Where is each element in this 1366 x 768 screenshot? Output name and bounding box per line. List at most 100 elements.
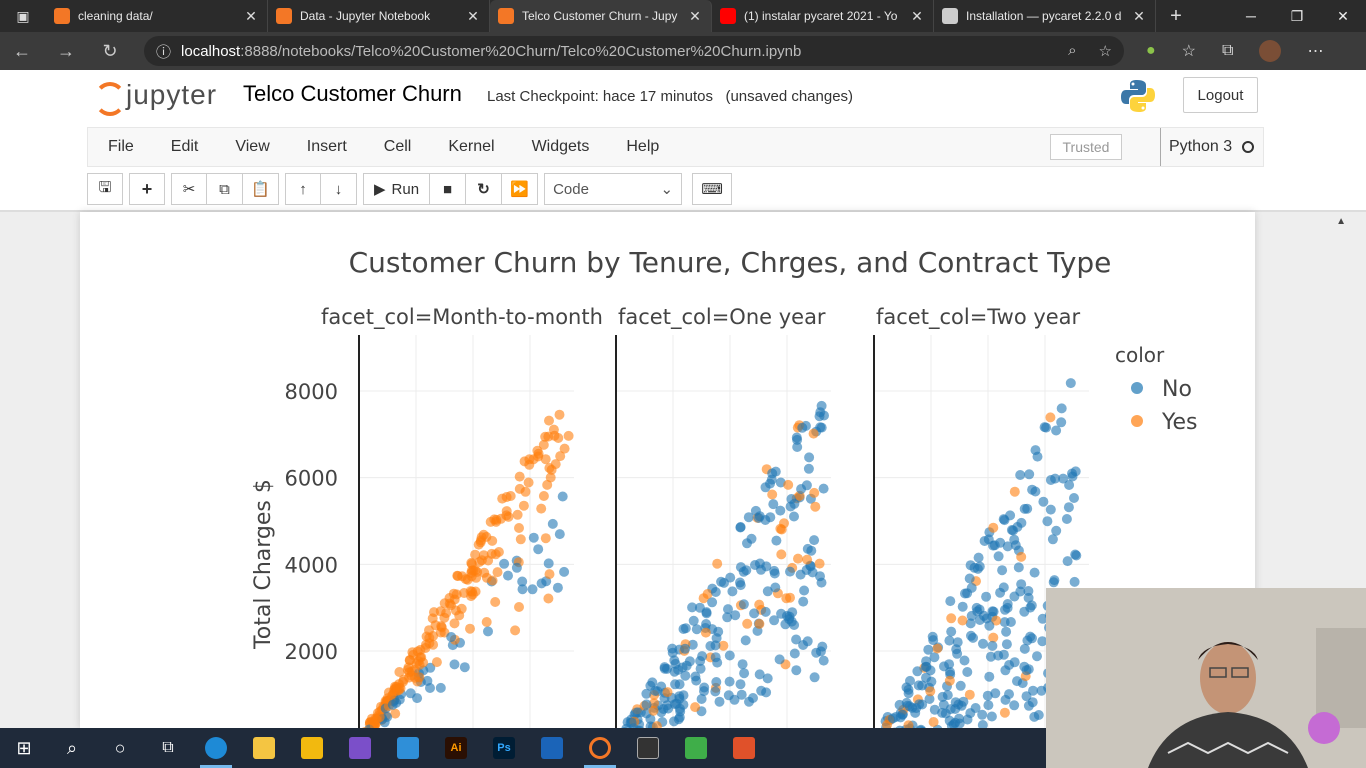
point-yes (542, 479, 553, 490)
close-window-icon[interactable]: ✕ (1320, 0, 1366, 32)
favorite-star-icon[interactable]: ☆ (1099, 42, 1112, 60)
menu-item-cell[interactable]: Cell (364, 138, 429, 156)
taskbar-app-blue[interactable] (384, 728, 432, 768)
taskbar-illustrator[interactable]: Ai (432, 728, 480, 768)
minimize-icon[interactable]: ─ (1228, 0, 1274, 32)
point-no (1061, 514, 1072, 524)
point-no (1015, 470, 1026, 480)
menu-item-help[interactable]: Help (606, 138, 676, 156)
point-no (735, 577, 745, 588)
menu-item-insert[interactable]: Insert (287, 138, 364, 156)
tab-actions-icon[interactable]: ▣ (0, 0, 46, 32)
close-tab-icon[interactable]: ✕ (1131, 8, 1147, 25)
favorites-icon[interactable]: ☆ (1182, 41, 1196, 61)
cortana-button[interactable]: ○ (96, 728, 144, 768)
interrupt-button[interactable]: ■ (430, 173, 467, 205)
move-down-button[interactable]: ↓ (321, 173, 357, 205)
more-menu-icon[interactable]: ⋯ (1307, 41, 1323, 61)
menu-item-kernel[interactable]: Kernel (428, 138, 511, 156)
notebook-title[interactable]: Telco Customer Churn (243, 81, 462, 107)
browser-tab[interactable]: Data - Jupyter Notebook ✕ (268, 0, 490, 32)
point-no (1056, 403, 1067, 414)
refresh-icon[interactable]: ↻ (88, 41, 132, 62)
back-icon[interactable]: ← (0, 41, 44, 62)
point-no (789, 511, 799, 522)
taskbar-app-green[interactable] (672, 728, 720, 768)
insert-cell-button[interactable]: + (129, 173, 165, 205)
close-tab-icon[interactable]: ✕ (909, 8, 925, 25)
y-tick-label: 2000 (285, 640, 338, 664)
jupyter-logo[interactable]: jupyter (92, 78, 217, 116)
point-no (785, 566, 795, 577)
legend-label[interactable]: No (1162, 377, 1192, 402)
search-button[interactable]: ⌕ (48, 728, 96, 768)
point-no (952, 637, 963, 648)
legend: color No Yes (1115, 343, 1198, 435)
collections-icon[interactable]: ⧉ (1222, 42, 1233, 60)
taskbar-jupyter[interactable] (576, 728, 624, 768)
start-button[interactable]: ⊞ (0, 728, 48, 768)
point-no (547, 518, 558, 529)
cell-type-select[interactable]: Code ⌄ (544, 173, 683, 205)
scroll-up-icon[interactable]: ▲ (1336, 216, 1346, 227)
point-yes (1016, 551, 1027, 562)
menu-item-edit[interactable]: Edit (151, 138, 216, 156)
legend-marker (1131, 382, 1143, 394)
point-no (1026, 600, 1037, 611)
point-yes (802, 554, 813, 565)
point-no (986, 711, 997, 722)
task-view-icon: ⧉ (162, 739, 174, 756)
restart-button[interactable]: ↻ (466, 173, 503, 205)
extension-icon[interactable]: ● (1146, 42, 1156, 60)
point-no (944, 635, 955, 646)
point-no (981, 591, 992, 602)
menu-item-view[interactable]: View (215, 138, 286, 156)
point-no (710, 640, 721, 651)
close-tab-icon[interactable]: ✕ (243, 8, 259, 25)
new-tab-button[interactable]: + (1156, 0, 1196, 32)
command-palette-button[interactable]: ⌨ (692, 173, 733, 205)
menu-item-file[interactable]: File (88, 138, 151, 156)
zoom-icon[interactable]: ⌕ (1068, 42, 1076, 60)
restore-icon[interactable]: ❐ (1274, 0, 1320, 32)
cortana-icon: ○ (114, 737, 126, 758)
taskbar-photoshop[interactable]: Ps (480, 728, 528, 768)
taskbar-app-yellow[interactable] (288, 728, 336, 768)
point-no (962, 714, 973, 725)
taskbar-app-red[interactable] (720, 728, 768, 768)
browser-tab[interactable]: Installation — pycaret 2.2.0 d ✕ (934, 0, 1156, 32)
browser-tab[interactable]: Telco Customer Churn - Jupy ✕ (490, 0, 712, 32)
site-info-icon[interactable]: ⓘ (156, 41, 171, 62)
python-logo-icon (1121, 80, 1155, 112)
logout-button[interactable]: Logout (1183, 77, 1258, 113)
paste-button[interactable]: 📋 (243, 173, 279, 205)
restart-run-all-button[interactable]: ⏩ (502, 173, 539, 205)
taskbar-explorer[interactable] (240, 728, 288, 768)
menu-item-widgets[interactable]: Widgets (512, 138, 607, 156)
browser-tab[interactable]: (1) instalar pycaret 2021 - Yo ✕ (712, 0, 934, 32)
forward-icon[interactable]: → (44, 41, 88, 62)
point-yes (523, 477, 534, 488)
cut-button[interactable]: ✂ (171, 173, 207, 205)
url-field[interactable]: ⓘ localhost :8888/notebooks/Telco%20Cust… (144, 36, 1124, 66)
taskbar-vscode[interactable] (528, 728, 576, 768)
task-view-button[interactable]: ⧉ (144, 728, 192, 768)
point-yes (559, 443, 570, 454)
taskbar-visual-studio[interactable] (336, 728, 384, 768)
kernel-indicator[interactable]: Python 3 (1160, 128, 1255, 166)
close-tab-icon[interactable]: ✕ (687, 8, 703, 25)
run-button[interactable]: ▶ Run (363, 173, 431, 205)
point-yes (406, 670, 417, 681)
move-up-button[interactable]: ↑ (285, 173, 321, 205)
profile-avatar[interactable] (1259, 40, 1282, 62)
jupyter-header: jupyter Telco Customer Churn Last Checkp… (0, 70, 1366, 126)
taskbar-terminal[interactable] (624, 728, 672, 768)
save-button[interactable]: 🖫 (87, 173, 123, 205)
close-tab-icon[interactable]: ✕ (465, 8, 481, 25)
taskbar-edge[interactable] (192, 728, 240, 768)
trusted-indicator[interactable]: Trusted (1050, 134, 1122, 160)
legend-label[interactable]: Yes (1161, 410, 1198, 435)
copy-button[interactable]: ⧉ (207, 173, 243, 205)
browser-tab[interactable]: cleaning data/ ✕ (46, 0, 268, 32)
point-yes (957, 615, 968, 626)
